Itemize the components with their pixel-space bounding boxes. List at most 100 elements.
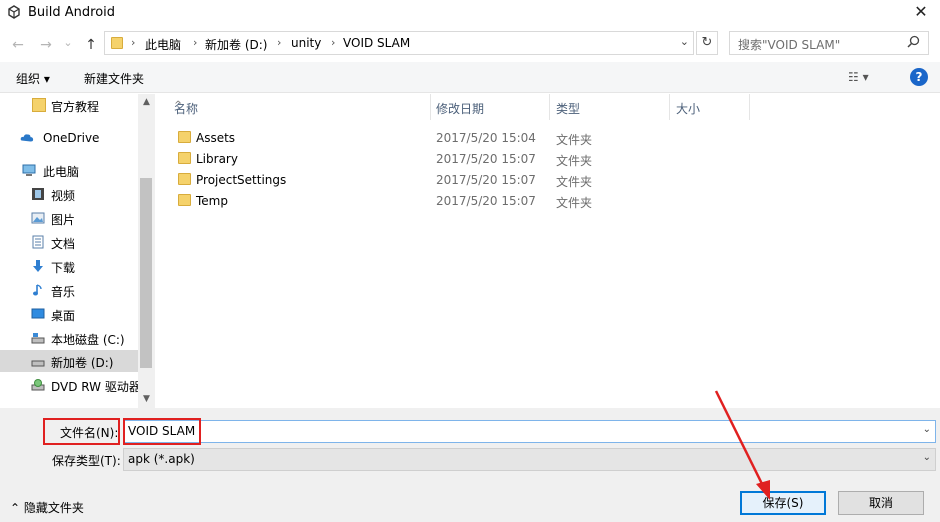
- column-header-label: 类型: [556, 102, 581, 116]
- video-icon: [32, 188, 44, 200]
- file-type: 文件夹: [556, 154, 593, 168]
- cloud-icon: [20, 134, 34, 142]
- scroll-up-arrow-icon[interactable]: ▲: [140, 97, 153, 107]
- breadcrumb-separator: ›: [331, 36, 336, 49]
- sidebar-item-drive-c[interactable]: 本地磁盘 (C:): [0, 327, 138, 349]
- close-button[interactable]: ✕: [910, 2, 932, 22]
- file-date: 2017/5/20 15:07: [436, 173, 536, 187]
- column-header-type[interactable]: 类型: [538, 94, 670, 120]
- hide-folders-toggle[interactable]: ⌃ 隐藏文件夹: [10, 499, 84, 516]
- file-date: 2017/5/20 15:07: [436, 152, 536, 166]
- sidebar-item-drive-d[interactable]: 新加卷 (D:): [0, 350, 138, 372]
- search-input[interactable]: 搜索"VOID SLAM": [729, 31, 929, 55]
- computer-icon: [22, 164, 36, 176]
- file-date: 2017/5/20 15:07: [436, 194, 536, 208]
- filetype-select[interactable]: apk (*.apk) ⌄: [123, 448, 936, 471]
- sidebar-item-label: 本地磁盘 (C:): [51, 333, 125, 347]
- new-folder-button[interactable]: 新建文件夹: [84, 70, 144, 87]
- search-icon[interactable]: [907, 35, 920, 48]
- save-dialog: Build Android ✕ ← → ⌄ ↑ › 此电脑 › 新加卷 (D:)…: [0, 0, 940, 522]
- help-icon[interactable]: ?: [910, 68, 928, 86]
- document-icon: [32, 235, 44, 249]
- folder-icon: [178, 152, 191, 164]
- organize-menu[interactable]: 组织 ▾: [16, 70, 50, 87]
- sidebar-item-label: 桌面: [51, 309, 76, 323]
- sidebar-item-documents[interactable]: 文档: [0, 231, 138, 253]
- sidebar-item-dvd[interactable]: DVD RW 驱动器: [0, 374, 141, 396]
- scroll-down-arrow-icon[interactable]: ▼: [140, 394, 153, 404]
- up-arrow-icon[interactable]: ↑: [83, 36, 99, 54]
- column-header-name[interactable]: 名称 ^: [156, 94, 431, 120]
- folder-icon: [178, 131, 191, 143]
- column-header-label: 修改日期: [436, 102, 485, 116]
- sidebar-item-tutorials[interactable]: 官方教程: [0, 94, 138, 116]
- sidebar-item-this-pc[interactable]: 此电脑: [0, 159, 138, 181]
- file-name: Temp: [196, 194, 228, 208]
- sidebar-item-music[interactable]: 音乐: [0, 279, 138, 301]
- view-options-icon[interactable]: ☷ ▾: [848, 70, 869, 84]
- recent-locations-chevron-icon[interactable]: ⌄: [62, 34, 74, 52]
- command-bar: 组织 ▾ 新建文件夹 ☷ ▾ ?: [0, 62, 940, 93]
- sidebar-item-label: 此电脑: [43, 165, 80, 179]
- navigation-pane: 官方教程 OneDrive 此电脑 视频 图片 文档 下载 音乐 桌面 本地磁盘…: [0, 94, 155, 408]
- download-icon: [33, 260, 43, 272]
- file-type: 文件夹: [556, 196, 593, 210]
- sidebar-item-downloads[interactable]: 下载: [0, 255, 138, 277]
- filetype-dropdown-chevron-icon[interactable]: ⌄: [923, 452, 931, 463]
- back-arrow-icon[interactable]: ←: [10, 36, 26, 54]
- sidebar-item-label: DVD RW 驱动器: [51, 380, 141, 394]
- desktop-icon: [31, 308, 45, 319]
- filename-dropdown-chevron-icon[interactable]: ⌄: [923, 424, 931, 435]
- dvd-icon: [31, 379, 45, 391]
- sidebar-item-onedrive[interactable]: OneDrive: [0, 127, 138, 149]
- window-title: Build Android: [28, 5, 116, 20]
- sidebar-item-desktop[interactable]: 桌面: [0, 303, 138, 325]
- filename-field[interactable]: VOID SLAM ⌄: [123, 420, 936, 443]
- sidebar-item-videos[interactable]: 视频: [0, 183, 138, 205]
- file-list: 名称 ^ 修改日期 类型 大小 Assets 2017/5/20 15:04 文…: [156, 94, 940, 408]
- sidebar-item-pictures[interactable]: 图片: [0, 207, 138, 229]
- cancel-button[interactable]: 取消: [838, 491, 924, 515]
- address-dropdown-chevron-icon[interactable]: ⌄: [680, 35, 689, 48]
- column-header-date[interactable]: 修改日期: [418, 94, 550, 120]
- breadcrumb-this-pc[interactable]: 此电脑: [145, 36, 181, 53]
- breadcrumb-separator: ›: [131, 36, 136, 49]
- folder-icon: [178, 173, 191, 185]
- breadcrumb-separator: ›: [193, 36, 198, 49]
- sidebar-item-label: 新加卷 (D:): [51, 356, 114, 370]
- sidebar-item-label: OneDrive: [43, 131, 100, 145]
- filetype-label: 保存类型(T):: [52, 454, 121, 468]
- file-date: 2017/5/20 15:04: [436, 131, 536, 145]
- refresh-button[interactable]: ↻: [696, 31, 718, 55]
- column-header-size[interactable]: 大小: [658, 94, 750, 120]
- music-icon: [33, 284, 42, 296]
- save-button[interactable]: 保存(S): [740, 491, 826, 515]
- sidebar-item-label: 视频: [51, 189, 76, 203]
- breadcrumb-void-slam[interactable]: VOID SLAM: [343, 36, 410, 50]
- navigation-scrollbar[interactable]: ▲ ▼: [138, 94, 155, 408]
- picture-icon: [31, 212, 45, 224]
- scrollbar-thumb[interactable]: [140, 178, 152, 368]
- table-row[interactable]: Temp 2017/5/20 15:07 文件夹: [156, 190, 756, 211]
- file-name: ProjectSettings: [196, 173, 287, 187]
- file-name: Library: [196, 152, 238, 166]
- forward-arrow-icon[interactable]: →: [38, 36, 54, 54]
- breadcrumb-drive-d[interactable]: 新加卷 (D:): [205, 36, 267, 53]
- annotation-box-filename-value: [123, 418, 201, 445]
- breadcrumb-separator: ›: [277, 36, 282, 49]
- sidebar-item-label: 官方教程: [51, 100, 100, 114]
- sidebar-item-label: 音乐: [51, 285, 76, 299]
- sort-ascending-icon: ^: [174, 100, 183, 111]
- drive-icon: [31, 360, 45, 367]
- title-bar: Build Android ✕: [0, 0, 940, 26]
- folder-icon: [178, 194, 191, 206]
- breadcrumb-unity[interactable]: unity: [291, 36, 321, 50]
- table-row[interactable]: ProjectSettings 2017/5/20 15:07 文件夹: [156, 169, 756, 190]
- address-bar[interactable]: › 此电脑 › 新加卷 (D:) › unity › VOID SLAM ⌄: [104, 31, 694, 55]
- annotation-box-filename-label: [43, 418, 120, 445]
- table-row[interactable]: Assets 2017/5/20 15:04 文件夹: [156, 127, 756, 148]
- sidebar-item-label: 图片: [51, 213, 76, 227]
- table-row[interactable]: Library 2017/5/20 15:07 文件夹: [156, 148, 756, 169]
- file-type: 文件夹: [556, 175, 593, 189]
- sidebar-item-label: 文档: [51, 237, 76, 251]
